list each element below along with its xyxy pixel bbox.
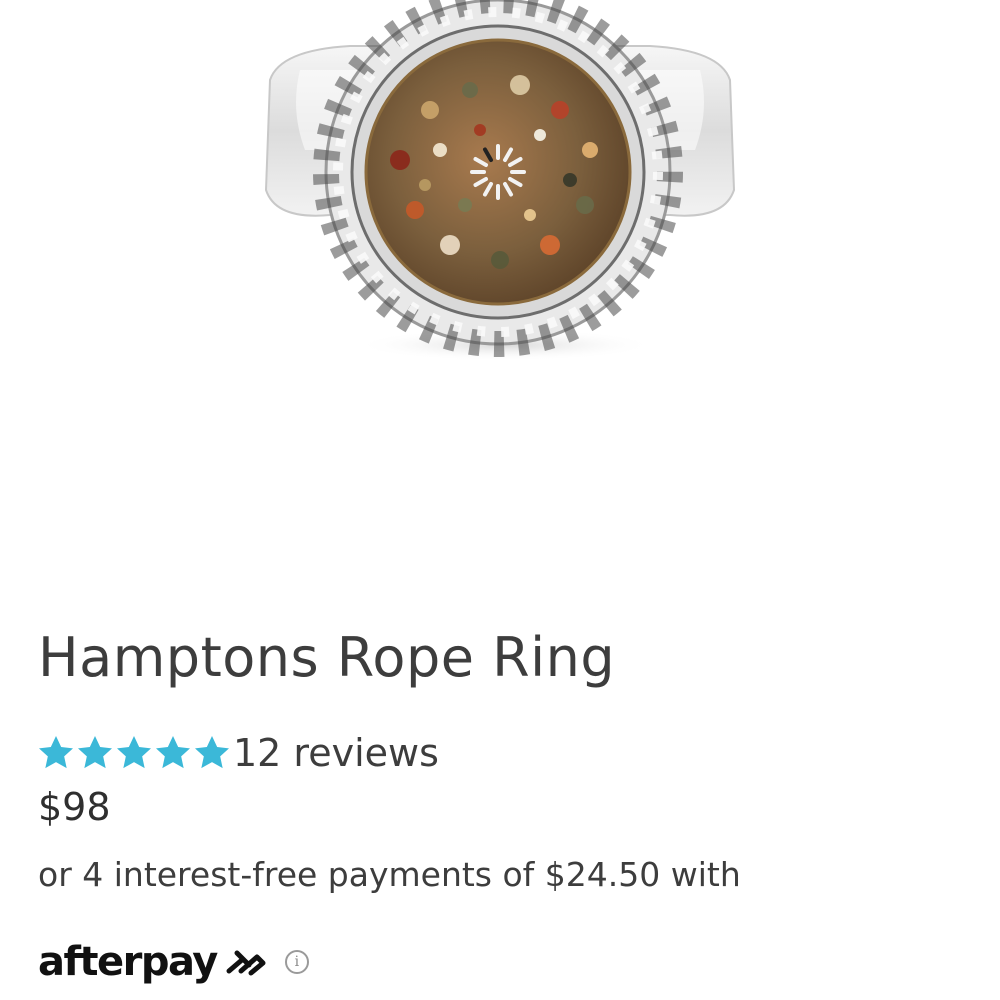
- afterpay-arrows-icon: [226, 950, 266, 976]
- product-title: Hamptons Rope Ring: [38, 626, 616, 689]
- afterpay-row: afterpay i: [38, 932, 309, 992]
- star-icon: [117, 736, 151, 769]
- afterpay-logo[interactable]: afterpay: [38, 941, 269, 983]
- star-rating: [36, 733, 231, 773]
- rating-summary[interactable]: 12 reviews: [36, 727, 439, 779]
- info-circle-icon[interactable]: i: [284, 950, 309, 974]
- reviews-link[interactable]: 12 reviews: [233, 731, 439, 775]
- star-icon: [39, 736, 73, 769]
- product-image[interactable]: [240, 0, 760, 370]
- product-price: $98: [38, 785, 111, 829]
- star-icon: [195, 736, 229, 769]
- star-icon: [156, 736, 190, 769]
- afterpay-wordmark: afterpay: [38, 939, 218, 985]
- star-icon: [78, 736, 112, 769]
- ring-illustration: [264, 0, 736, 361]
- afterpay-installments-text: or 4 interest-free payments of $24.50 wi…: [38, 855, 741, 894]
